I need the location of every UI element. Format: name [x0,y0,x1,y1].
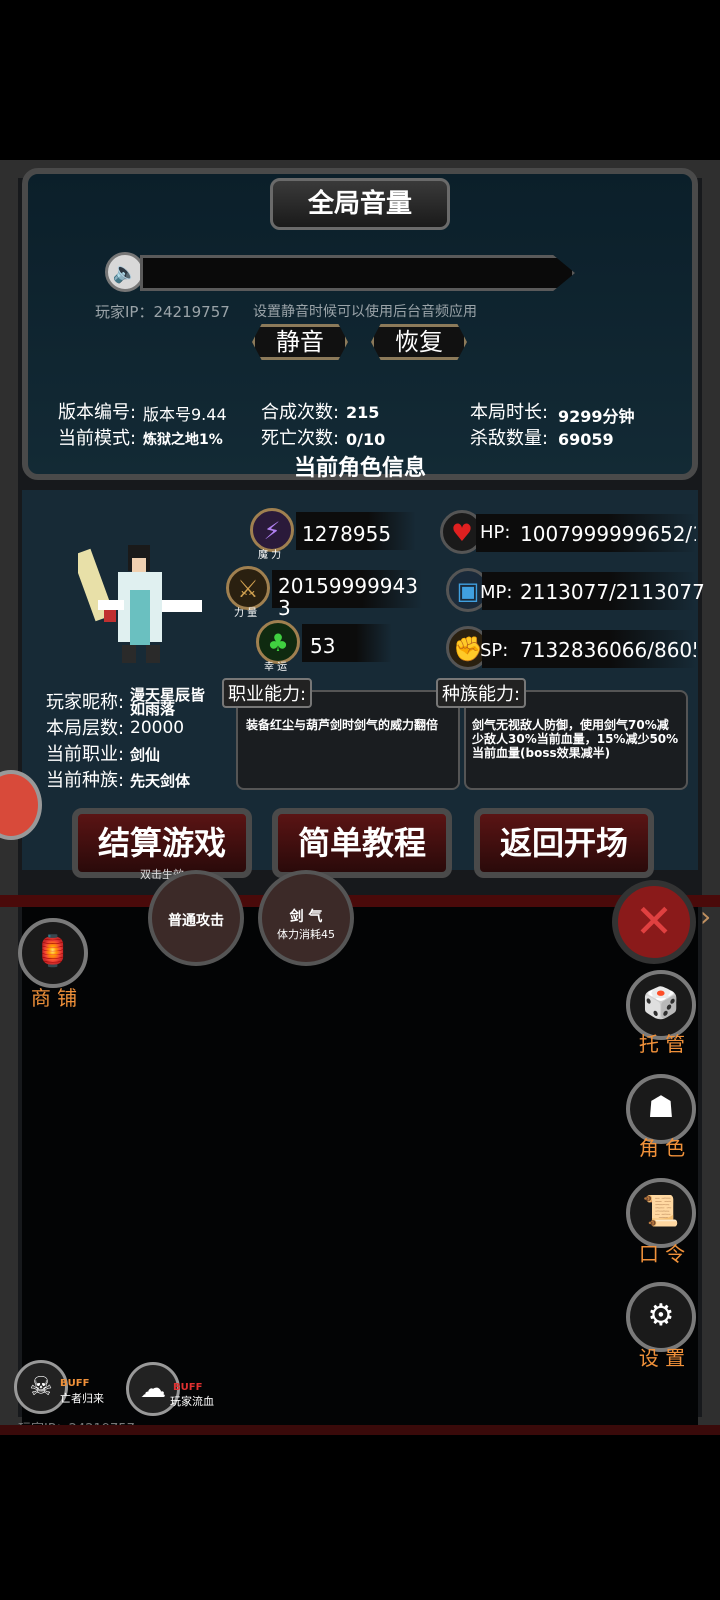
hp-value: 1007999999652/10 [520,522,696,546]
mode-value: 炼狱之地1% [143,432,223,448]
code-label: 口 令 [638,1242,686,1266]
death-label: 死亡次数: [261,428,340,449]
time-value: 9299分钟 [558,407,635,426]
speaker-icon[interactable]: 🔈 [105,252,145,292]
time-label: 本局时长: [470,402,549,423]
sp-value: 7132836066/8605 [520,638,696,662]
version-label: 版本编号: [58,402,137,423]
settings-label: 设 置 [638,1346,686,1370]
nickname-value-2: 如雨落 [130,700,176,718]
floor-value: 20000 [130,718,185,738]
auto-label: 托 管 [638,1032,686,1056]
back-to-start-button[interactable]: 返回开场 [474,808,654,878]
floor-label: 本局层数: [46,718,125,739]
mp-label: MP: [480,582,513,603]
job-ability-tab[interactable]: 职业能力: [222,678,313,708]
magic-caption: 魔 力 [258,550,282,561]
power-value: 20159999943 [278,574,418,598]
close-icon[interactable]: ✕ [612,880,696,964]
red-divider [0,895,720,907]
luck-value: 53 [310,634,336,658]
magic-value: 1278955 [302,522,392,546]
kills-value: 69059 [558,430,614,449]
job-value: 剑仙 [130,746,161,764]
sp-label: SP: [480,640,509,661]
restore-button[interactable]: 恢复 [371,324,467,360]
normal-attack-label: 普通攻击 [168,913,224,929]
power-caption: 力 量 [234,608,258,619]
character-section-title: 当前角色信息 [293,456,426,481]
synth-label: 合成次数: [261,402,340,423]
nickname-label: 玩家昵称: [46,692,125,713]
chevron-right-icon[interactable]: › [700,900,711,933]
death-value: 0/10 [346,430,386,449]
mute-button[interactable]: 静音 [252,324,348,360]
kills-label: 杀敌数量: [470,428,549,449]
buff-tag-1: BUFF [60,1378,90,1389]
tutorial-button[interactable]: 简单教程 [272,808,452,878]
race-ability-tab[interactable]: 种族能力: [436,678,527,708]
hp-label: HP: [480,522,511,543]
role-label: 角 色 [638,1136,686,1160]
buff-tag-2: BUFF [173,1382,203,1393]
race-label: 当前种族: [46,770,125,791]
normal-attack-skill[interactable]: 普通攻击 [148,870,244,966]
bottom-red-divider [0,1425,720,1435]
shop-label: 商 铺 [30,986,78,1010]
race-ability-text: 剑气无视敌人防御，使用剑气70%减少敌人30%当前血量，15%减少50%当前血量… [472,718,679,760]
job-label: 当前职业: [46,744,125,765]
volume-slider[interactable] [140,255,575,291]
buff-name-2: 玩家流血 [170,1395,214,1408]
synth-value: 215 [346,403,380,422]
luck-caption: 幸 运 [264,662,288,673]
game-area [22,905,698,1425]
mode-label: 当前模式: [58,428,137,449]
sword-qi-cost: 体力消耗45 [277,928,335,941]
mp-value: 2113077/2113077 [520,580,705,604]
buff-name-1: 亡者归来 [60,1392,104,1405]
volume-panel-title: 全局音量 [270,178,450,230]
shop-icon[interactable]: 🏮 [18,918,88,988]
character-sprite [78,545,202,663]
job-ability-text: 装备红尘与葫芦剑时剑气的威力翻倍 [246,718,439,732]
race-value: 先天剑体 [130,772,191,790]
sword-qi-skill[interactable]: 剑 气 体力消耗45 [258,870,354,966]
sword-qi-label: 剑 气 [289,909,323,925]
volume-hint: 设置静音时候可以使用后台音频应用 [253,304,477,320]
player-ip: 玩家IP：24219757 [95,303,230,321]
power-value-cont: 3 [278,596,291,620]
version-value: 版本号9.44 [143,405,227,424]
